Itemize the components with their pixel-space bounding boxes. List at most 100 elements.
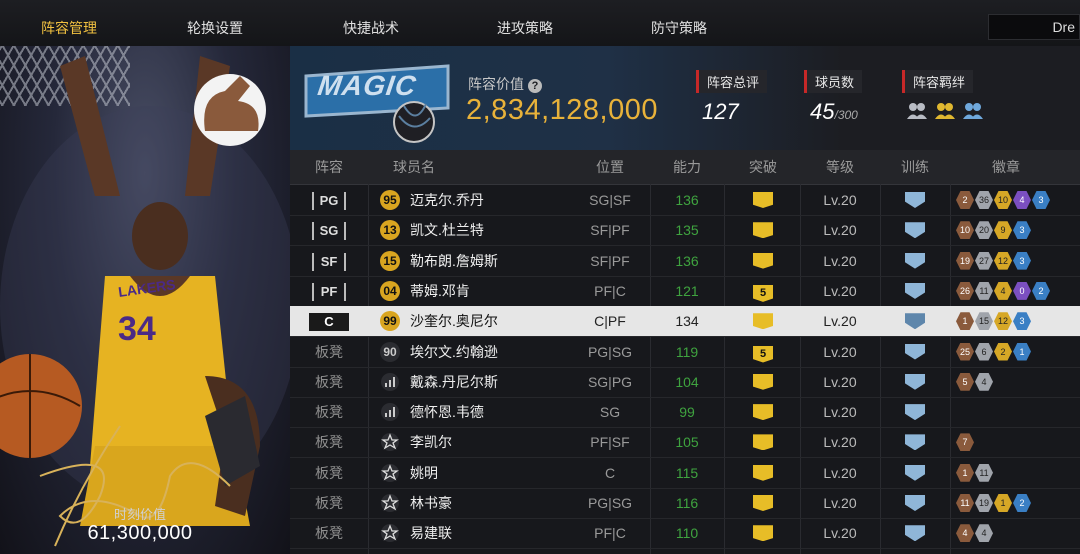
training-shield-icon: [905, 222, 925, 239]
training-cell[interactable]: [880, 246, 950, 276]
table-row[interactable]: PF 04 蒂姆.邓肯 PF|C 121 5 Lv.20 26 11 4 0 2: [290, 276, 1080, 307]
table-row[interactable]: 板凳 90 埃尔文.约翰逊 PG|SG 119 5 Lv.20 25 6 2 1: [290, 337, 1080, 368]
col-slot: 阵容: [315, 159, 343, 175]
player-name[interactable]: 德怀恩.韦德: [410, 397, 484, 427]
training-cell[interactable]: [880, 185, 950, 215]
table-row[interactable]: SG 13 凯文.杜兰特 SF|PF 135 Lv.20 10 20 9 3: [290, 215, 1080, 247]
slot-cell[interactable]: C: [290, 306, 368, 336]
player-position: SG: [599, 404, 621, 421]
player-name[interactable]: 沙奎尔.奥尼尔: [410, 306, 498, 336]
badge-list[interactable]: 2 36 10 4 3: [956, 191, 1050, 209]
badge-list[interactable]: 7: [956, 433, 974, 452]
team-value: 2,834,128,000: [466, 94, 658, 126]
player-rating: 116: [675, 495, 699, 511]
training-shield-icon: [905, 192, 925, 208]
badge-count-blue: 3: [1032, 191, 1050, 209]
badge-list[interactable]: 11 19 1 2: [956, 494, 1031, 512]
team-bonds-stat[interactable]: 阵容羁绊: [902, 70, 984, 121]
training-cell[interactable]: [880, 306, 950, 336]
training-shield-icon: [905, 313, 925, 330]
crown-icon: [753, 464, 773, 481]
training-cell[interactable]: [880, 337, 950, 367]
player-rating: 110: [675, 525, 699, 542]
training-cell[interactable]: [880, 367, 950, 397]
badge-list[interactable]: 10 20 9 3: [956, 221, 1031, 240]
player-name[interactable]: 凯文.杜兰特: [410, 215, 484, 245]
breakthrough-cell[interactable]: [728, 458, 798, 488]
training-cell[interactable]: [880, 518, 950, 548]
breakthrough-cell[interactable]: [728, 215, 798, 245]
badge-count-purple: 0: [1013, 281, 1031, 300]
slot-cell[interactable]: 板凳: [290, 427, 368, 457]
table-row[interactable]: 板凳 戴森.丹尼尔斯 SG|PG 104 Lv.20 5 4: [290, 367, 1080, 398]
badge-list[interactable]: 19 27 12 3: [956, 251, 1031, 270]
badge-list[interactable]: 1 11: [956, 463, 993, 482]
player-name[interactable]: 迈克尔.乔丹: [410, 185, 484, 215]
breakthrough-cell[interactable]: 5: [728, 337, 798, 367]
slot-cell[interactable]: SG: [290, 215, 368, 245]
slot-cell[interactable]: 板凳: [290, 397, 368, 427]
slot-cell[interactable]: PG: [290, 185, 368, 215]
training-cell[interactable]: [880, 488, 950, 518]
help-icon[interactable]: ?: [528, 79, 542, 93]
badge-list[interactable]: 25 6 2 1: [956, 342, 1031, 361]
slot-cell[interactable]: PF: [290, 276, 368, 306]
bench-label: 板凳: [315, 343, 343, 360]
crown-icon: [753, 525, 773, 542]
search-input[interactable]: Dre: [988, 14, 1080, 40]
training-cell[interactable]: [880, 276, 950, 306]
tab-rotation-settings[interactable]: 轮换设置: [140, 0, 290, 46]
breakthrough-cell[interactable]: [728, 185, 798, 215]
slot-cell[interactable]: 板凳: [290, 488, 368, 518]
player-name[interactable]: 埃尔文.约翰逊: [410, 337, 498, 367]
table-row[interactable]: 板凳 姚明 C 115 Lv.20 1 11: [290, 458, 1080, 489]
slot-cell[interactable]: SF: [290, 246, 368, 276]
tab-quick-tactics[interactable]: 快捷战术: [296, 0, 446, 46]
badge-count-gold: 2: [994, 342, 1012, 361]
table-row[interactable]: C 99 沙奎尔.奥尼尔 C|PF 134 Lv.20 1 15 12 3: [290, 306, 1080, 338]
breakthrough-cell[interactable]: 5: [728, 276, 798, 306]
table-row[interactable]: 板凳 李凯尔 PF|SF 105 Lv.20 7: [290, 427, 1080, 459]
breakthrough-cell[interactable]: [728, 246, 798, 276]
breakthrough-cell[interactable]: [728, 367, 798, 397]
badge-list[interactable]: 1 15 12 3: [956, 312, 1031, 331]
badge-list[interactable]: 44: [956, 524, 993, 543]
training-cell[interactable]: [880, 458, 950, 488]
breakthrough-cell[interactable]: [728, 427, 798, 457]
tab-lineup-management[interactable]: 阵容管理: [0, 0, 138, 48]
player-name[interactable]: 蒂姆.邓肯: [410, 276, 470, 306]
tab-defense-strategy[interactable]: 防守策略: [604, 0, 754, 46]
player-rating: 134: [675, 313, 699, 330]
breakthrough-cell[interactable]: [728, 488, 798, 518]
slot-cell[interactable]: 板凳: [290, 458, 368, 488]
player-card[interactable]: 34 LAKERS 时刻价值 61,300,000: [0, 46, 290, 554]
training-cell[interactable]: [880, 397, 950, 427]
slot-cell[interactable]: 板凳: [290, 518, 368, 548]
training-shield-icon: [905, 525, 925, 542]
badge-list[interactable]: 26 11 4 0 2: [956, 281, 1050, 300]
table-row[interactable]: 板凳 林书豪 PG|SG 116 Lv.20 11 19 1 2: [290, 488, 1080, 519]
breakthrough-cell[interactable]: [728, 518, 798, 548]
breakthrough-cell[interactable]: [728, 306, 798, 336]
player-name[interactable]: 易建联: [410, 518, 452, 548]
table-row[interactable]: 板凳 德怀恩.韦德 SG 99 Lv.20: [290, 397, 1080, 429]
badge-list[interactable]: 54: [956, 372, 993, 391]
col-name: 球员名: [393, 159, 435, 175]
tab-offense-strategy[interactable]: 进攻策略: [450, 0, 600, 46]
training-shield-icon: [905, 495, 925, 511]
table-row[interactable]: PG 95 迈克尔.乔丹 SG|SF 136 Lv.20 2 36 10 4 3: [290, 185, 1080, 216]
slot-cell[interactable]: 板凳: [290, 367, 368, 397]
training-cell[interactable]: [880, 427, 950, 457]
table-row[interactable]: SF 15 勒布朗.詹姆斯 SF|PF 136 Lv.20 19 27 12 3: [290, 246, 1080, 277]
player-name[interactable]: 姚明: [410, 458, 438, 488]
player-name[interactable]: 勒布朗.詹姆斯: [410, 246, 498, 276]
breakthrough-cell[interactable]: [728, 397, 798, 427]
badge-count-bronze: 4: [956, 524, 974, 543]
training-shield-icon: [905, 252, 925, 269]
player-name[interactable]: 林书豪: [410, 488, 452, 518]
slot-cell[interactable]: 板凳: [290, 337, 368, 367]
player-name[interactable]: 戴森.丹尼尔斯: [410, 367, 498, 397]
training-cell[interactable]: [880, 215, 950, 245]
table-row[interactable]: 板凳 易建联 PF|C 110 Lv.20 4 4: [290, 518, 1080, 550]
player-name[interactable]: 李凯尔: [410, 427, 452, 457]
